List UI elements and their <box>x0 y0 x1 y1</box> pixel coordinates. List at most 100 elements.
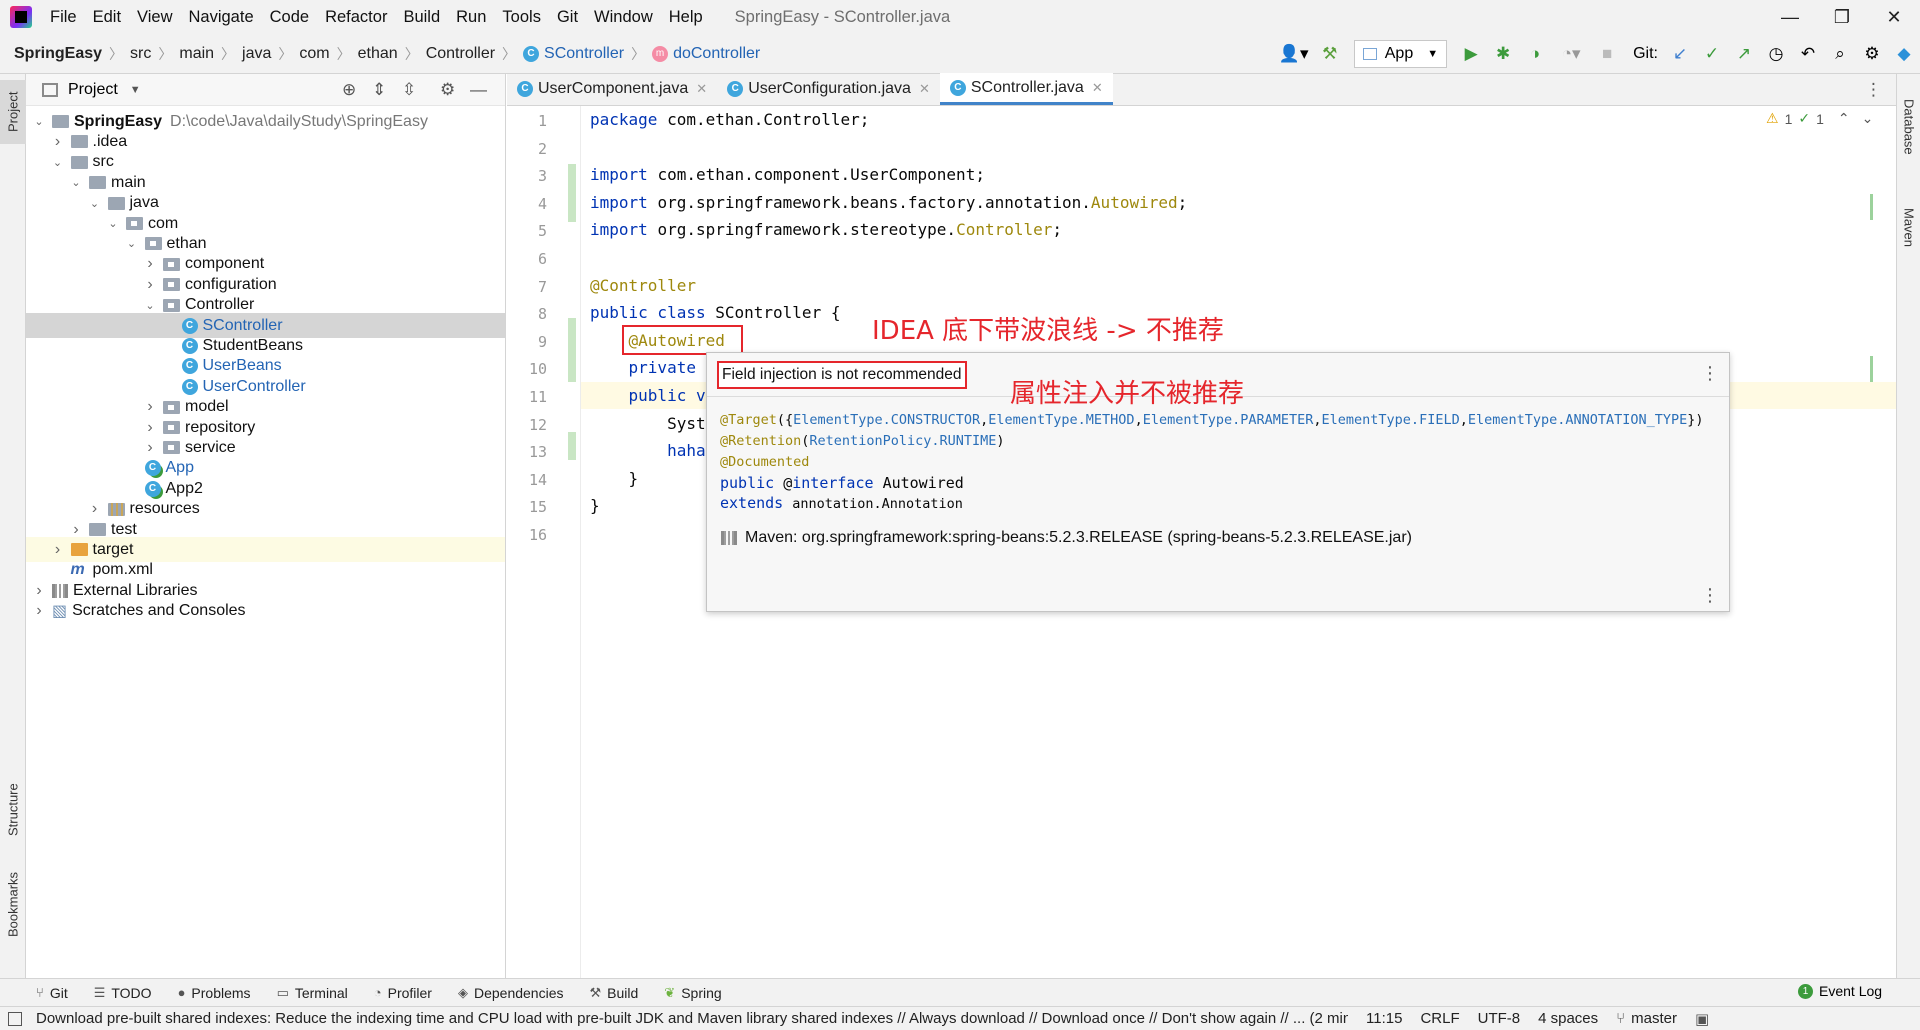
caret-position[interactable]: 11:15 <box>1366 1010 1402 1027</box>
profile-icon[interactable]: ◔▾ <box>1553 40 1589 68</box>
tool-window-profiler[interactable]: ◔ Profiler <box>374 985 432 1001</box>
tab-actions-icon[interactable]: ⋮ <box>1865 80 1882 100</box>
chevron-down-icon[interactable]: ⌄ <box>143 299 157 312</box>
close-tab-icon[interactable]: ✕ <box>696 81 707 97</box>
chevron-down-icon[interactable]: ⌄ <box>106 217 120 230</box>
previous-highlight-icon[interactable]: ⌃ <box>1838 110 1850 127</box>
maximize-button[interactable]: ❐ <box>1816 0 1868 34</box>
chevron-right-icon[interactable]: › <box>88 500 102 518</box>
menu-build[interactable]: Build <box>395 0 448 34</box>
git-branch[interactable]: ⑂ master <box>1616 1010 1677 1027</box>
locate-icon[interactable]: ⊕ <box>342 80 356 100</box>
gear-icon[interactable]: ⚙ <box>440 80 455 100</box>
minimize-button[interactable]: — <box>1764 0 1816 34</box>
next-highlight-icon[interactable]: ⌄ <box>1862 110 1874 127</box>
inspection-widget[interactable]: ⚠ 1 ✓ 1 ⌃ ⌄ <box>1766 110 1873 127</box>
jetbrains-toolbox-icon[interactable]: ◆ <box>1890 40 1918 68</box>
indent-setting[interactable]: 4 spaces <box>1538 1010 1598 1027</box>
breadcrumb-item[interactable]: com <box>299 45 329 63</box>
doc-token[interactable]: ElementType.ANNOTATION_TYPE <box>1468 412 1687 428</box>
breadcrumb-item[interactable]: main <box>179 45 214 63</box>
menu-navigate[interactable]: Navigate <box>181 0 262 34</box>
chevron-right-icon[interactable]: › <box>32 582 46 600</box>
user-icon[interactable]: 👤▾ <box>1276 40 1312 68</box>
tool-window-terminal[interactable]: ▭ Terminal <box>277 985 348 1001</box>
database-tool-tab[interactable]: Database <box>1897 84 1920 170</box>
editor-tab[interactable]: C SController.java ✕ <box>939 73 1113 105</box>
doc-token[interactable]: ElementType.METHOD <box>988 412 1134 428</box>
chevron-right-icon[interactable]: › <box>143 398 157 416</box>
tool-window-dependencies[interactable]: ◈ Dependencies <box>458 985 564 1001</box>
chevron-down-icon[interactable]: ⌄ <box>125 237 139 250</box>
breadcrumb-item[interactable]: m doController <box>652 45 760 63</box>
memory-indicator-icon[interactable]: ▣ <box>1695 1010 1709 1028</box>
breadcrumb-item[interactable]: src <box>130 45 151 63</box>
build-hammer-icon[interactable]: ⚒ <box>1316 40 1344 68</box>
menu-code[interactable]: Code <box>262 0 317 34</box>
more-options-icon[interactable]: ⋮ <box>1701 363 1719 384</box>
run-icon[interactable]: ▶ <box>1457 40 1485 68</box>
chevron-down-icon[interactable]: ⌄ <box>51 156 65 169</box>
file-encoding[interactable]: UTF-8 <box>1478 1010 1521 1027</box>
breadcrumb-item[interactable]: SpringEasy <box>14 45 102 63</box>
bookmarks-tool-tab[interactable]: Bookmarks <box>0 858 26 950</box>
close-tab-icon[interactable]: ✕ <box>1092 80 1103 96</box>
chevron-down-icon[interactable]: ⌄ <box>69 176 83 189</box>
editor-tab[interactable]: C UserConfiguration.java ✕ <box>717 73 940 105</box>
hide-icon[interactable]: — <box>470 80 487 100</box>
chevron-right-icon[interactable]: › <box>143 419 157 437</box>
doc-token[interactable]: ElementType.PARAMETER <box>1143 412 1314 428</box>
search-icon[interactable]: ⌕ <box>1826 40 1854 68</box>
tool-window-todo[interactable]: ☰ TODO <box>94 985 152 1001</box>
menu-view[interactable]: View <box>129 0 180 34</box>
tool-window-build[interactable]: ⚒ Build <box>590 985 639 1001</box>
chevron-down-icon[interactable]: ⌄ <box>88 197 102 210</box>
debug-icon[interactable]: ✱ <box>1489 40 1517 68</box>
editor-tab[interactable]: C UserComponent.java ✕ <box>507 73 717 105</box>
chevron-right-icon[interactable]: › <box>143 276 157 294</box>
breadcrumb-item[interactable]: C SController <box>523 45 624 63</box>
menu-edit[interactable]: Edit <box>85 0 129 34</box>
status-message[interactable]: Download pre-built shared indexes: Reduc… <box>36 1010 1348 1027</box>
tree-item[interactable]: › ▧ Scratches and Consoles <box>26 599 505 624</box>
git-commit-icon[interactable]: ✓ <box>1698 40 1726 68</box>
project-tool-tab[interactable]: Project <box>0 80 26 144</box>
project-panel-title[interactable]: Project <box>68 81 118 99</box>
line-ending[interactable]: CRLF <box>1420 1010 1459 1027</box>
history-icon[interactable]: ◷ <box>1762 40 1790 68</box>
menu-window[interactable]: Window <box>586 0 661 34</box>
menu-git[interactable]: Git <box>549 0 586 34</box>
structure-tool-tab[interactable]: Structure <box>0 768 26 852</box>
breadcrumb-item[interactable]: java <box>242 45 271 63</box>
expand-all-icon[interactable]: ⇕ <box>372 80 386 100</box>
run-config-select[interactable]: App ▼ <box>1353 40 1448 68</box>
more-options-icon[interactable]: ⋮ <box>1701 585 1719 606</box>
rollback-icon[interactable]: ↶ <box>1794 40 1822 68</box>
chevron-right-icon[interactable]: › <box>51 541 65 559</box>
settings-gear-icon[interactable]: ⚙ <box>1858 40 1886 68</box>
chevron-right-icon[interactable]: › <box>143 439 157 457</box>
chevron-down-icon[interactable]: ▼ <box>130 84 141 96</box>
doc-token[interactable]: RetentionPolicy.RUNTIME <box>809 433 996 449</box>
event-log-button[interactable]: 1 Event Log <box>1798 983 1882 999</box>
doc-token[interactable]: ElementType.CONSTRUCTOR <box>793 412 980 428</box>
chevron-right-icon[interactable]: › <box>143 255 157 273</box>
tool-window-problems[interactable]: ● Problems <box>178 985 251 1001</box>
chevron-right-icon[interactable]: › <box>51 133 65 151</box>
chevron-down-icon[interactable]: ⌄ <box>32 115 46 128</box>
status-toggle-icon[interactable] <box>8 1011 22 1026</box>
git-push-icon[interactable]: ↗ <box>1730 40 1758 68</box>
collapse-all-icon[interactable]: ⇳ <box>402 80 416 100</box>
git-update-icon[interactable]: ↙ <box>1666 40 1694 68</box>
menu-run[interactable]: Run <box>448 0 494 34</box>
tool-window-git[interactable]: ⑂ Git <box>36 985 68 1001</box>
tool-window-spring[interactable]: ❦ Spring <box>664 985 721 1001</box>
coverage-icon[interactable]: ◑ <box>1521 40 1549 68</box>
breadcrumb-item[interactable]: Controller <box>426 45 495 63</box>
chevron-right-icon[interactable]: › <box>32 602 46 620</box>
menu-help[interactable]: Help <box>661 0 711 34</box>
menu-file[interactable]: File <box>42 0 85 34</box>
close-tab-icon[interactable]: ✕ <box>919 81 930 97</box>
breadcrumb-item[interactable]: ethan <box>358 45 398 63</box>
menu-refactor[interactable]: Refactor <box>317 0 395 34</box>
